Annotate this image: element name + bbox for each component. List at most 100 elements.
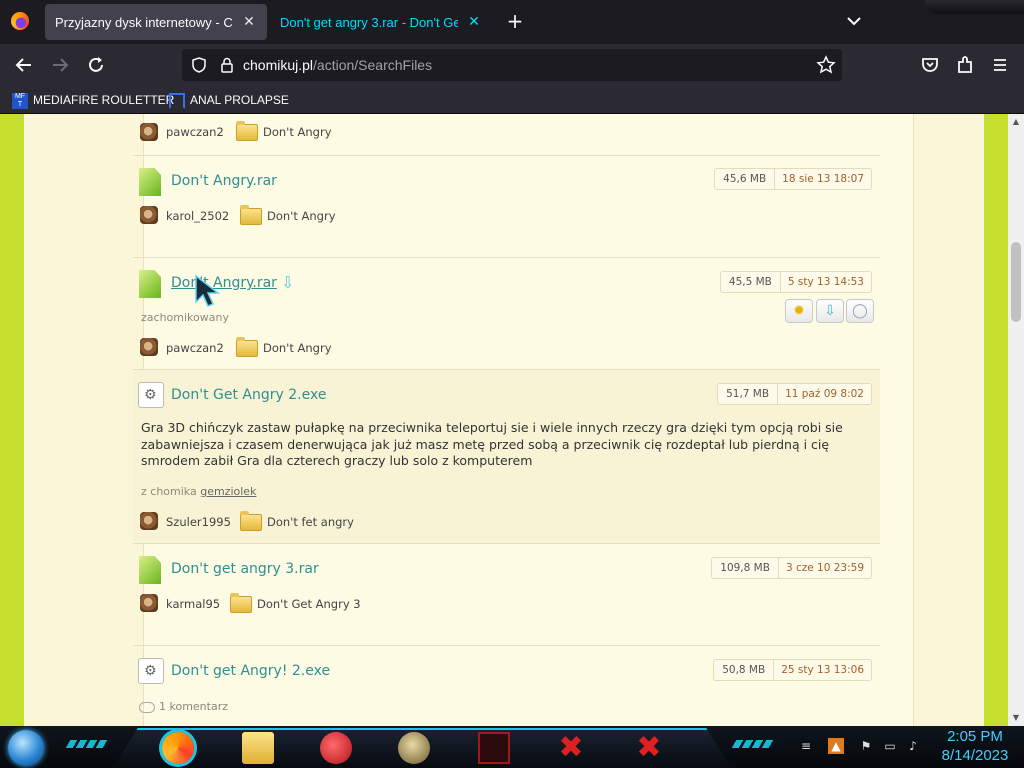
tracking-shield-icon[interactable]: [190, 56, 208, 74]
bookmark-anal-prolapse[interactable]: ANAL PROLAPSE: [169, 91, 289, 109]
page-viewport[interactable]: pawczan2 Don't Angry Don't Angry.rar 45,…: [0, 114, 1008, 726]
user-avatar-icon: [140, 338, 158, 356]
file-meta: 109,8 MB 3 cze 10 23:59: [711, 557, 872, 579]
owner-link[interactable]: pawczan2: [166, 341, 224, 355]
file-size: 50,8 MB: [714, 660, 775, 680]
exe-file-icon: ⚙: [138, 382, 164, 408]
reload-button[interactable]: [84, 53, 108, 77]
folder-link[interactable]: Don't Angry: [263, 125, 332, 139]
download-arrow-icon[interactable]: ⇩: [281, 273, 294, 292]
rar-file-icon: [139, 270, 161, 298]
file-name-link[interactable]: Don't Angry.rar: [171, 275, 277, 291]
url-path: /action/SearchFiles: [313, 57, 433, 73]
tab-title: Przyjazny dysk internetowy - Chomikuj.pl: [55, 15, 233, 30]
comments-link[interactable]: 1 komentarz: [139, 700, 228, 713]
file-size: 51,7 MB: [718, 384, 779, 404]
user-avatar-icon: [140, 206, 158, 224]
folder-link[interactable]: Don't Angry: [267, 209, 336, 223]
file-date: 18 sie 13 18:07: [782, 173, 864, 185]
mouse-cursor-icon: [195, 274, 221, 307]
status-label: zachomikowany: [141, 311, 229, 324]
navigation-toolbar: chomikuj.pl/action/SearchFiles: [0, 44, 1024, 86]
network-icon[interactable]: ▭: [882, 738, 898, 754]
game-app-icon[interactable]: [320, 732, 352, 764]
mf-icon: MF T: [12, 92, 28, 109]
search-result: Don't Angry.rar 45,6 MB 18 sie 13 18:07 …: [133, 155, 880, 257]
owner-link[interactable]: Szuler1995: [166, 515, 231, 529]
close-tab-icon[interactable]: ✕: [464, 11, 484, 31]
star-icon[interactable]: ✹: [785, 299, 813, 323]
close-app-icon[interactable]: ✖: [555, 732, 587, 764]
file-explorer-icon[interactable]: [242, 732, 274, 764]
scrollbar-thumb[interactable]: [1011, 242, 1021, 322]
folder-icon: [240, 511, 262, 531]
back-button[interactable]: [12, 53, 36, 77]
firefox-icon[interactable]: [11, 12, 29, 30]
file-name-link[interactable]: Don't get Angry! 2.exe: [171, 663, 330, 679]
folder-link[interactable]: Don't Angry: [263, 341, 332, 355]
rar-file-icon: [139, 168, 161, 196]
clock-time: 2:05 PM: [947, 728, 1003, 745]
file-size: 109,8 MB: [712, 558, 779, 578]
flag-icon[interactable]: ⚑: [858, 738, 874, 754]
folder-link[interactable]: Don't Get Angry 3: [257, 597, 361, 611]
folder-icon: [236, 337, 258, 357]
forward-button[interactable]: [48, 53, 72, 77]
tab-dont-get-angry[interactable]: Don't get angry 3.rar - Don't Get Angry …: [270, 4, 492, 40]
bookmark-label: MEDIAFIRE ROULETTER: [33, 93, 175, 107]
search-result: Don't get angry 3.rar 109,8 MB 3 cze 10 …: [133, 543, 880, 645]
scroll-up-icon[interactable]: ▲: [1011, 117, 1021, 127]
owner-link[interactable]: pawczan2: [166, 125, 224, 139]
file-description: Gra 3D chińczyk zastaw pułapkę na przeci…: [141, 420, 843, 468]
folder-icon: [236, 121, 258, 141]
folder-icon: [230, 593, 252, 613]
folder-link[interactable]: Don't fet angry: [267, 515, 354, 529]
taskbar-decoration: [65, 740, 111, 748]
file-name-link[interactable]: Don't Angry.rar: [171, 173, 277, 189]
url-text[interactable]: chomikuj.pl/action/SearchFiles: [243, 57, 432, 73]
search-result: ⚙ Don't get Angry! 2.exe 50,8 MB 25 sty …: [133, 645, 880, 726]
extensions-icon[interactable]: [953, 53, 977, 77]
system-clock[interactable]: 2:05 PM 8/14/2023: [934, 727, 1016, 765]
close-tab-icon[interactable]: ✕: [239, 11, 259, 31]
menu-icon[interactable]: [988, 53, 1012, 77]
taskbar: ✖ ✖ ≡ ▲ ⚑ ▭ ♪ 2:05 PM 8/14/2023: [0, 726, 1024, 768]
from-user-link[interactable]: gemziolek: [200, 485, 256, 498]
owner-link[interactable]: karol_2502: [166, 209, 229, 223]
lock-icon[interactable]: [218, 56, 236, 74]
media-app-icon[interactable]: [478, 732, 510, 764]
bookmark-label: ANAL PROLAPSE: [190, 93, 289, 107]
taskbar-decoration: [731, 740, 777, 748]
close-app-icon[interactable]: ✖: [633, 732, 665, 764]
comment-icon[interactable]: ◯: [846, 299, 874, 323]
download-icon[interactable]: ⇩: [816, 299, 844, 323]
file-meta: 45,5 MB 5 sty 13 14:53: [719, 271, 872, 293]
page-scrollbar[interactable]: ▲ ▼: [1008, 114, 1024, 726]
list-all-tabs-icon[interactable]: [843, 10, 865, 32]
new-tab-button[interactable]: +: [503, 10, 527, 34]
file-meta: 50,8 MB 25 sty 13 13:06: [713, 659, 872, 681]
file-meta: 51,7 MB 11 paź 09 8:02: [717, 383, 872, 405]
start-button[interactable]: [8, 730, 44, 766]
tab-chomikuj[interactable]: Przyjazny dysk internetowy - Chomikuj.pl…: [45, 4, 267, 40]
file-name-link[interactable]: Don't get angry 3.rar: [171, 561, 319, 577]
exe-file-icon: ⚙: [138, 658, 164, 684]
owner-link[interactable]: karmal95: [166, 597, 220, 611]
comment-bubble-icon: [139, 701, 155, 713]
file-date: 3 cze 10 23:59: [785, 562, 864, 574]
bookmark-mediafire-rouletter[interactable]: MF T MEDIAFIRE ROULETTER: [12, 91, 174, 109]
search-result: pawczan2 Don't Angry: [133, 114, 880, 155]
volume-icon[interactable]: ♪: [905, 738, 921, 754]
firefox-taskbar-icon[interactable]: [162, 732, 194, 764]
character-app-icon[interactable]: [398, 732, 430, 764]
url-bar[interactable]: chomikuj.pl/action/SearchFiles: [182, 49, 842, 81]
bookmarks-toolbar: MF T MEDIAFIRE ROULETTER ANAL PROLAPSE: [0, 86, 1024, 114]
bookmark-star-icon[interactable]: [816, 55, 836, 75]
tab-bar: Przyjazny dysk internetowy - Chomikuj.pl…: [0, 0, 1024, 44]
pocket-icon[interactable]: [918, 53, 942, 77]
app-tray-icon[interactable]: ▲: [828, 738, 844, 754]
user-avatar-icon: [140, 123, 158, 141]
file-name-link[interactable]: Don't Get Angry 2.exe: [171, 387, 326, 403]
stack-icon[interactable]: ≡: [798, 738, 814, 754]
scroll-down-icon[interactable]: ▼: [1011, 713, 1021, 723]
